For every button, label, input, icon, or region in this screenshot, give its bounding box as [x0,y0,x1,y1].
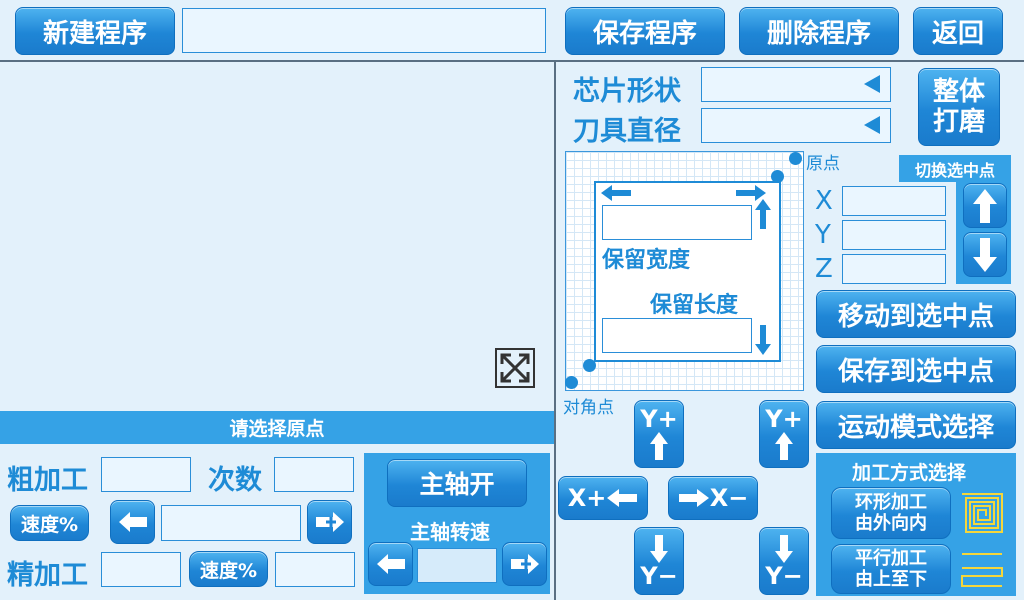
spindle-speed-input[interactable] [417,548,497,583]
parallel-machining-button[interactable]: 平行加工 由上至下 [831,544,951,594]
arrow-up-icon [973,188,997,223]
jog-z-minus-button[interactable]: Y− [759,527,809,595]
save-to-selected-button[interactable]: 保存到选中点 [816,345,1016,393]
arrow-up-icon [775,432,793,460]
arrow-up-icon [650,432,668,460]
arrow-down-icon [650,535,668,563]
y-label: Y [815,220,831,250]
method-title: 加工方式选择 [852,462,967,484]
arrow-left-icon [376,554,405,574]
spindle-speed-label: 主轴转速 [410,520,490,544]
program-name-input[interactable] [182,8,546,53]
fine-label: 精加工 [7,560,88,591]
arrow-up-icon [755,199,771,229]
keep-length-label: 保留长度 [650,293,739,318]
arrow-right-plus-icon [315,512,344,532]
spiral-pattern-icon [962,493,1003,533]
triangle-left-icon [864,116,880,134]
spindle-on-button[interactable]: 主轴开 [387,459,527,507]
triangle-left-icon [864,75,880,93]
jog-x-minus-button[interactable]: X− [668,476,758,520]
spindle-speed-decrease-button[interactable] [368,542,413,586]
keep-width-label: 保留宽度 [602,248,691,273]
delete-program-button[interactable]: 删除程序 [739,7,899,55]
jog-z-plus-button[interactable]: Y+ [759,400,809,468]
count-label: 次数 [208,465,262,496]
parallel-pattern-icon [961,553,1003,587]
arrow-down-icon [755,325,771,355]
tool-diameter-label: 刀具直径 [573,116,681,147]
z-input[interactable] [842,254,946,284]
origin-point[interactable] [789,152,802,165]
select-next-button[interactable] [963,232,1007,277]
x-label: X [815,186,833,216]
fine-input[interactable] [101,552,181,587]
rough-label: 粗加工 [7,465,88,496]
select-prev-button[interactable] [963,183,1007,228]
speed-decrease-button[interactable] [110,500,155,544]
jog-y-plus-button[interactable]: Y+ [634,400,684,468]
rough-input[interactable] [101,457,191,492]
whole-grind-button[interactable]: 整体 打磨 [918,68,1000,146]
arrow-down-icon [775,535,793,563]
keep-width-input[interactable] [602,205,752,240]
chip-shape-label: 芯片形状 [573,76,681,107]
move-to-selected-button[interactable]: 移动到选中点 [816,290,1016,338]
speed-increase-button[interactable] [307,500,352,544]
tool-diameter-select[interactable] [701,108,891,143]
select-origin-bar[interactable]: 请选择原点 [0,411,554,444]
jog-x-plus-button[interactable]: X+ [558,476,648,520]
z-label: Z [815,254,833,284]
diagonal-point[interactable] [565,376,578,389]
inner-top-right-point[interactable] [771,170,784,183]
back-button[interactable]: 返回 [913,7,1003,55]
rough-speed-input[interactable] [161,505,301,541]
preview-area [0,62,554,410]
count-input[interactable] [274,457,354,492]
vertical-divider [554,62,556,600]
arrow-left-icon [118,512,147,532]
keep-length-input[interactable] [602,318,752,353]
chip-shape-select[interactable] [701,67,891,102]
switch-selected-point-title: 切换选中点 [899,155,1011,182]
fine-speed-input[interactable] [275,552,355,587]
arrow-left-icon [607,489,638,507]
fine-speed-percent-button[interactable]: 速度% [189,551,268,587]
jog-y-minus-button[interactable]: Y− [634,527,684,595]
arrow-right-icon [678,489,709,507]
speed-percent-button[interactable]: 速度% [10,505,89,541]
y-input[interactable] [842,220,946,250]
motion-mode-button[interactable]: 运动模式选择 [816,401,1016,449]
fullscreen-icon[interactable] [495,348,535,388]
save-program-button[interactable]: 保存程序 [565,7,725,55]
diagonal-label: 对角点 [563,398,614,418]
x-input[interactable] [842,186,946,216]
inner-bottom-left-point[interactable] [583,359,596,372]
origin-label: 原点 [806,154,840,174]
new-program-button[interactable]: 新建程序 [15,7,175,55]
arrow-left-icon [601,185,631,201]
arrow-right-plus-icon [510,554,539,574]
arrow-down-icon [973,237,997,272]
spindle-speed-increase-button[interactable] [502,542,547,586]
ring-machining-button[interactable]: 环形加工 由外向内 [831,487,951,539]
